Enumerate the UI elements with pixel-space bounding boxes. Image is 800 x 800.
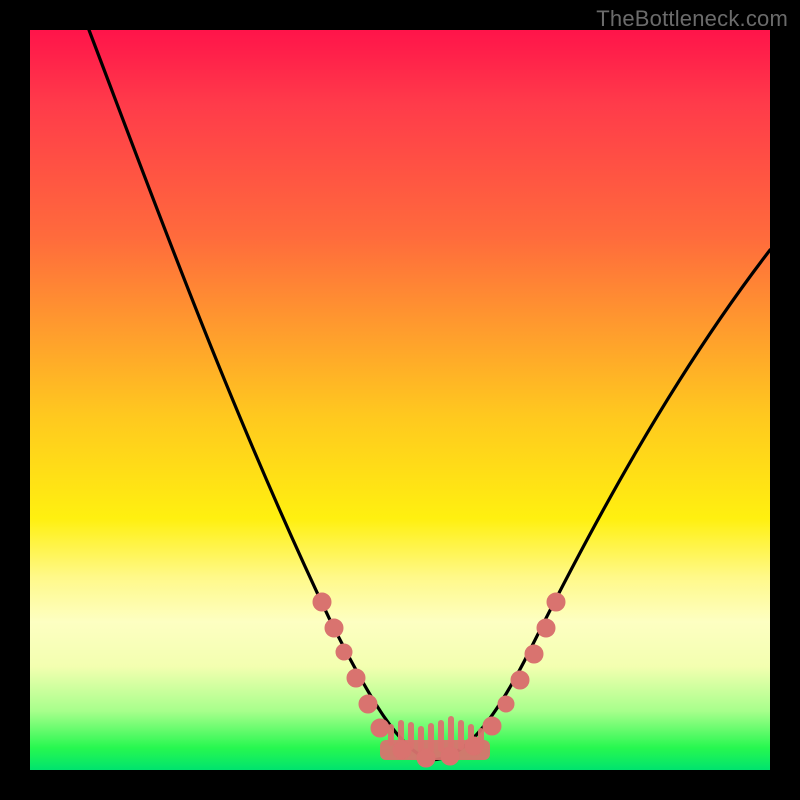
outer-frame: TheBottleneck.com	[0, 0, 800, 800]
curve-path	[89, 30, 770, 760]
watermark-text: TheBottleneck.com	[596, 6, 788, 32]
chart-svg	[30, 30, 770, 770]
